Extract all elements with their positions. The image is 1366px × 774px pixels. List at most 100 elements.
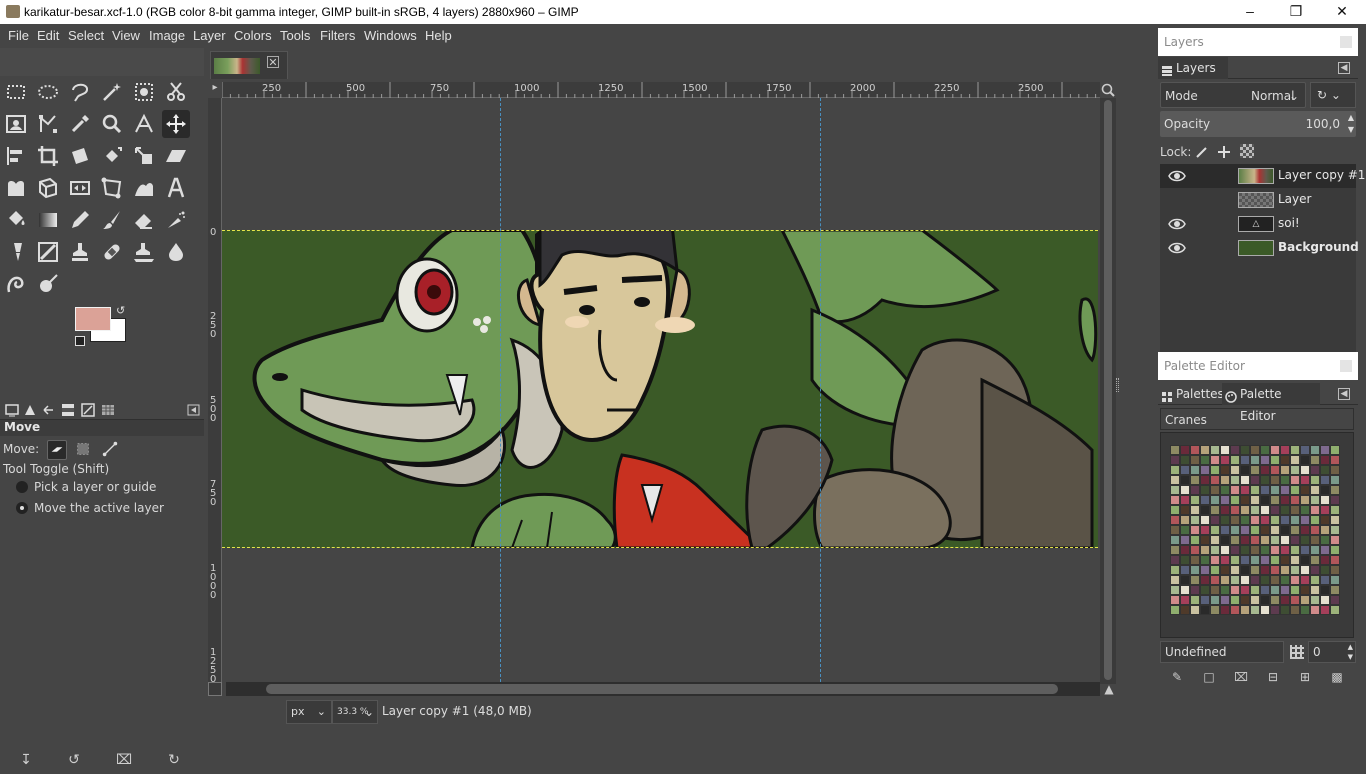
close-dock-icon[interactable] bbox=[1340, 36, 1352, 48]
palette-swatch[interactable] bbox=[1270, 565, 1280, 575]
palette-swatch[interactable] bbox=[1210, 605, 1220, 615]
palette-swatch[interactable] bbox=[1240, 535, 1250, 545]
palette-swatch[interactable] bbox=[1240, 485, 1250, 495]
palette-swatch[interactable] bbox=[1190, 595, 1200, 605]
ink-tool-icon[interactable] bbox=[2, 238, 30, 266]
palette-swatch[interactable] bbox=[1260, 485, 1270, 495]
free-select-tool-icon[interactable] bbox=[66, 78, 94, 106]
move-tool-icon[interactable] bbox=[162, 110, 190, 138]
palette-swatch[interactable] bbox=[1180, 505, 1190, 515]
palette-swatch[interactable] bbox=[1210, 595, 1220, 605]
palette-swatch[interactable] bbox=[1170, 455, 1180, 465]
palette-swatch[interactable] bbox=[1210, 585, 1220, 595]
mode-reset-button[interactable]: ↻ ⌄ bbox=[1310, 82, 1356, 108]
palette-swatch[interactable] bbox=[1260, 545, 1270, 555]
zoom-selector[interactable]: 33.3 % ⌄ bbox=[332, 700, 378, 724]
palette-swatch[interactable] bbox=[1320, 495, 1330, 505]
palette-swatch[interactable] bbox=[1220, 605, 1230, 615]
palette-swatch[interactable] bbox=[1280, 545, 1290, 555]
zoom-in-icon[interactable]: ⊞ bbox=[1298, 670, 1312, 684]
menu-filters[interactable]: Filters bbox=[320, 28, 355, 43]
palette-swatch[interactable] bbox=[1260, 475, 1270, 485]
palette-swatch[interactable] bbox=[1240, 475, 1250, 485]
perspective-clone-tool-icon[interactable] bbox=[130, 238, 158, 266]
default-colors-icon[interactable] bbox=[75, 336, 85, 346]
palette-swatch[interactable] bbox=[1230, 555, 1240, 565]
palette-swatch[interactable] bbox=[1200, 605, 1210, 615]
unified-transform-tool-icon[interactable] bbox=[66, 142, 94, 170]
palette-swatch[interactable] bbox=[1330, 545, 1340, 555]
palette-swatch[interactable] bbox=[1200, 455, 1210, 465]
measure-tool-icon[interactable] bbox=[130, 110, 158, 138]
palette-swatch[interactable] bbox=[1180, 575, 1190, 585]
palette-swatch[interactable] bbox=[1260, 495, 1270, 505]
palette-swatch[interactable] bbox=[1300, 455, 1310, 465]
palette-swatch[interactable] bbox=[1220, 485, 1230, 495]
canvas-viewport[interactable] bbox=[222, 98, 1098, 682]
palette-swatch[interactable] bbox=[1280, 485, 1290, 495]
palette-swatch[interactable] bbox=[1240, 605, 1250, 615]
palette-swatch[interactable] bbox=[1330, 575, 1340, 585]
palette-swatch[interactable] bbox=[1290, 465, 1300, 475]
scissors-tool-icon[interactable] bbox=[162, 78, 190, 106]
palette-swatch[interactable] bbox=[1180, 545, 1190, 555]
brushes-tab-icon[interactable] bbox=[80, 402, 96, 418]
palette-swatch[interactable] bbox=[1330, 465, 1340, 475]
columns-spinner[interactable]: 0 ▲ ▼ bbox=[1308, 641, 1356, 663]
palette-swatch[interactable] bbox=[1330, 525, 1340, 535]
palette-swatch[interactable] bbox=[1300, 555, 1310, 565]
foreground-select-tool-icon[interactable] bbox=[2, 110, 30, 138]
palette-swatch[interactable] bbox=[1230, 605, 1240, 615]
palette-swatch[interactable] bbox=[1270, 465, 1280, 475]
palette-swatch[interactable] bbox=[1200, 485, 1210, 495]
palette-swatch[interactable] bbox=[1290, 475, 1300, 485]
palette-swatch[interactable] bbox=[1190, 585, 1200, 595]
palette-swatch[interactable] bbox=[1290, 485, 1300, 495]
new-color-icon[interactable]: □ bbox=[1202, 670, 1216, 684]
zoom-tool-icon[interactable] bbox=[98, 110, 126, 138]
handle-transform-tool-icon[interactable] bbox=[98, 174, 126, 202]
fuzzy-select-tool-icon[interactable] bbox=[98, 78, 126, 106]
palette-swatch[interactable] bbox=[1190, 605, 1200, 615]
palette-swatch[interactable] bbox=[1300, 565, 1310, 575]
palette-swatch[interactable] bbox=[1280, 595, 1290, 605]
palette-swatch[interactable] bbox=[1280, 555, 1290, 565]
palette-swatch[interactable] bbox=[1250, 565, 1260, 575]
palette-swatch[interactable] bbox=[1170, 605, 1180, 615]
palette-swatch[interactable] bbox=[1300, 445, 1310, 455]
palette-swatch[interactable] bbox=[1200, 465, 1210, 475]
palette-swatch[interactable] bbox=[1220, 495, 1230, 505]
palette-swatch[interactable] bbox=[1300, 475, 1310, 485]
layer-name[interactable]: Layer copy #1 bbox=[1278, 168, 1365, 182]
palette-swatch[interactable] bbox=[1260, 445, 1270, 455]
palette-swatch[interactable] bbox=[1310, 485, 1320, 495]
palette-swatch[interactable] bbox=[1250, 445, 1260, 455]
palette-swatch[interactable] bbox=[1170, 585, 1180, 595]
palette-swatch[interactable] bbox=[1320, 505, 1330, 515]
drag-handle-icon[interactable] bbox=[1116, 378, 1119, 392]
palette-swatch[interactable] bbox=[1310, 525, 1320, 535]
vertical-scrollbar[interactable] bbox=[1100, 98, 1116, 684]
configure-tab-icon[interactable] bbox=[186, 402, 202, 418]
palette-swatch[interactable] bbox=[1230, 515, 1240, 525]
palette-swatch[interactable] bbox=[1180, 465, 1190, 475]
palette-swatch[interactable] bbox=[1240, 565, 1250, 575]
palette-swatch[interactable] bbox=[1290, 545, 1300, 555]
palette-swatch[interactable] bbox=[1240, 465, 1250, 475]
palette-swatch[interactable] bbox=[1200, 445, 1210, 455]
delete-options-icon[interactable]: ⌧ bbox=[116, 752, 132, 768]
palette-swatch[interactable] bbox=[1200, 545, 1210, 555]
palette-swatch[interactable] bbox=[1320, 445, 1330, 455]
palette-swatch[interactable] bbox=[1240, 595, 1250, 605]
palette-swatch[interactable] bbox=[1230, 575, 1240, 585]
palette-swatch[interactable] bbox=[1330, 485, 1340, 495]
palette-swatch[interactable] bbox=[1260, 505, 1270, 515]
palette-swatch[interactable] bbox=[1190, 535, 1200, 545]
palette-swatch[interactable] bbox=[1230, 475, 1240, 485]
palette-swatch[interactable] bbox=[1220, 545, 1230, 555]
airbrush-tool-icon[interactable] bbox=[162, 206, 190, 234]
tool-options-tab-icon[interactable] bbox=[4, 402, 20, 418]
palette-swatch[interactable] bbox=[1300, 485, 1310, 495]
palette-swatch[interactable] bbox=[1320, 575, 1330, 585]
palette-swatch[interactable] bbox=[1230, 465, 1240, 475]
